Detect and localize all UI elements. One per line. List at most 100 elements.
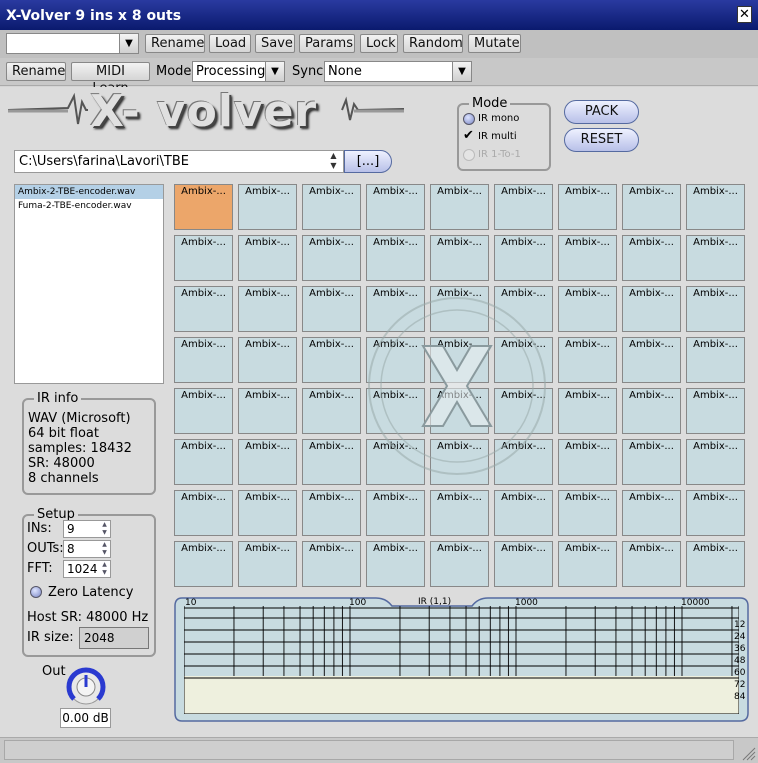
ir-cell[interactable]: Ambix-... — [430, 286, 489, 332]
ir-cell[interactable]: Ambix-... — [494, 235, 553, 281]
ir-cell[interactable]: Ambix-... — [238, 490, 297, 536]
ir-cell[interactable]: Ambix-... — [622, 184, 681, 230]
params-button[interactable]: Params — [299, 34, 355, 53]
ir-cell[interactable]: Ambix-... — [174, 439, 233, 485]
ir-cell[interactable]: Ambix-... — [366, 184, 425, 230]
ir-cell[interactable]: Ambix-... — [558, 439, 617, 485]
ir-cell[interactable]: Ambix-... — [430, 184, 489, 230]
ir-cell[interactable]: Ambix-... — [622, 541, 681, 587]
mutate-button[interactable]: Mutate — [468, 34, 521, 53]
zero-latency-radio[interactable] — [30, 586, 42, 598]
mode-select[interactable]: Processing ▼ — [192, 61, 285, 82]
ir-cell[interactable]: Ambix-... — [622, 490, 681, 536]
ir-cell[interactable]: Ambix-... — [622, 235, 681, 281]
ir-cell[interactable]: Ambix-... — [430, 337, 489, 383]
ir-cell[interactable]: Ambix-... — [174, 286, 233, 332]
chevron-down-icon[interactable]: ▼ — [452, 62, 471, 81]
ir-cell[interactable]: Ambix-... — [558, 184, 617, 230]
ir-cell[interactable]: Ambix-... — [686, 439, 745, 485]
ir-cell[interactable]: Ambix-... — [686, 184, 745, 230]
rename-preset-button[interactable]: Rename — [145, 34, 205, 53]
ir-cell[interactable]: Ambix-... — [302, 184, 361, 230]
ir-cell[interactable]: Ambix-... — [302, 439, 361, 485]
pack-button[interactable]: PACK — [564, 100, 639, 124]
out-knob[interactable] — [64, 665, 108, 705]
resize-grip-icon[interactable] — [742, 747, 756, 761]
ir-cell[interactable]: Ambix-... — [174, 388, 233, 434]
ir-cell[interactable]: Ambix-... — [430, 235, 489, 281]
save-button[interactable]: Save — [255, 34, 295, 53]
ir-cell[interactable]: Ambix-... — [686, 286, 745, 332]
ir-cell[interactable]: Ambix-... — [494, 286, 553, 332]
ir-cell[interactable]: Ambix-... — [430, 439, 489, 485]
ir-cell[interactable]: Ambix-... — [558, 286, 617, 332]
ir-cell[interactable]: Ambix-... — [238, 388, 297, 434]
ir-cell[interactable]: Ambix-... — [494, 337, 553, 383]
ir-cell[interactable]: Ambix-... — [430, 490, 489, 536]
ir-cell[interactable]: Ambix-... — [622, 286, 681, 332]
sync-select[interactable]: None ▼ — [324, 61, 472, 82]
ir-cell[interactable]: Ambix-... — [494, 439, 553, 485]
close-button[interactable]: ✕ — [737, 6, 752, 23]
ir-cell[interactable]: Ambix-... — [366, 439, 425, 485]
ir-cell[interactable]: Ambix-... — [558, 490, 617, 536]
ir-cell[interactable]: Ambix-... — [174, 235, 233, 281]
ir-cell[interactable]: Ambix-... — [366, 235, 425, 281]
ir-cell[interactable]: Ambix-... — [494, 490, 553, 536]
stepper-arrows-icon[interactable]: ▲ ▼ — [99, 521, 110, 537]
ir-cell[interactable]: Ambix-... — [366, 337, 425, 383]
out-value[interactable]: 0.00 dB — [60, 708, 111, 728]
path-field[interactable]: C:\Users\farina\Lavori\TBE — [14, 150, 344, 173]
fft-stepper[interactable]: 1024 ▲ ▼ — [63, 560, 111, 578]
path-spin-icon[interactable]: ▲ ▼ — [324, 151, 343, 172]
stepper-arrows-icon[interactable]: ▲ ▼ — [99, 541, 110, 557]
ir-cell[interactable]: Ambix-... — [622, 337, 681, 383]
ir-cell[interactable]: Ambix-... — [366, 388, 425, 434]
ir-cell[interactable]: Ambix-... — [558, 337, 617, 383]
reset-button[interactable]: RESET — [564, 128, 639, 152]
midi-learn-button[interactable]: MIDI Learn — [71, 62, 150, 96]
list-item[interactable]: Ambix-2-TBE-encoder.wav — [15, 185, 163, 199]
ir-cell[interactable]: Ambix-... — [558, 235, 617, 281]
lock-button[interactable]: Lock — [360, 34, 398, 53]
ins-stepper[interactable]: 9 ▲ ▼ — [63, 520, 111, 538]
load-button[interactable]: Load — [209, 34, 251, 53]
ir-cell[interactable]: Ambix-... — [558, 541, 617, 587]
ir-cell[interactable]: Ambix-... — [174, 490, 233, 536]
ir-cell[interactable]: Ambix-... — [302, 337, 361, 383]
ir-cell[interactable]: Ambix-... — [686, 490, 745, 536]
ir-cell[interactable]: Ambix-... — [302, 490, 361, 536]
ir-cell[interactable]: Ambix-... — [238, 184, 297, 230]
ir-cell[interactable]: Ambix-... — [174, 541, 233, 587]
ir-1to1-radio[interactable] — [463, 149, 475, 161]
chevron-down-icon[interactable]: ▼ — [265, 62, 284, 81]
ir-cell[interactable]: Ambix-... — [430, 388, 489, 434]
ir-multi-checkbox[interactable]: ✔ — [463, 129, 475, 142]
rename-button[interactable]: Rename — [6, 62, 66, 81]
ir-cell[interactable]: Ambix-... — [174, 337, 233, 383]
outs-stepper[interactable]: 8 ▲ ▼ — [63, 540, 111, 558]
ir-cell[interactable]: Ambix-... — [238, 541, 297, 587]
ir-cell[interactable]: Ambix-... — [686, 337, 745, 383]
ir-cell[interactable]: Ambix-... — [366, 541, 425, 587]
ir-cell[interactable]: Ambix-... — [366, 490, 425, 536]
ir-cell[interactable]: Ambix-... — [174, 184, 233, 230]
ir-cell[interactable]: Ambix-... — [494, 541, 553, 587]
browse-button[interactable]: [...] — [344, 150, 392, 173]
ir-cell[interactable]: Ambix-... — [686, 541, 745, 587]
ir-cell[interactable]: Ambix-... — [686, 388, 745, 434]
ir-mono-radio[interactable] — [463, 113, 475, 125]
stepper-arrows-icon[interactable]: ▲ ▼ — [99, 561, 110, 577]
ir-cell[interactable]: Ambix-... — [238, 286, 297, 332]
ir-cell[interactable]: Ambix-... — [430, 541, 489, 587]
ir-cell[interactable]: Ambix-... — [238, 439, 297, 485]
ir-cell[interactable]: Ambix-... — [302, 286, 361, 332]
ir-cell[interactable]: Ambix-... — [558, 388, 617, 434]
preset-combo[interactable]: ▼ — [6, 33, 139, 54]
ir-cell[interactable]: Ambix-... — [302, 388, 361, 434]
ir-cell[interactable]: Ambix-... — [302, 235, 361, 281]
random-button[interactable]: Random — [403, 34, 463, 53]
ir-cell[interactable]: Ambix-... — [622, 388, 681, 434]
ir-cell[interactable]: Ambix-... — [302, 541, 361, 587]
list-item[interactable]: Fuma-2-TBE-encoder.wav — [15, 199, 163, 213]
